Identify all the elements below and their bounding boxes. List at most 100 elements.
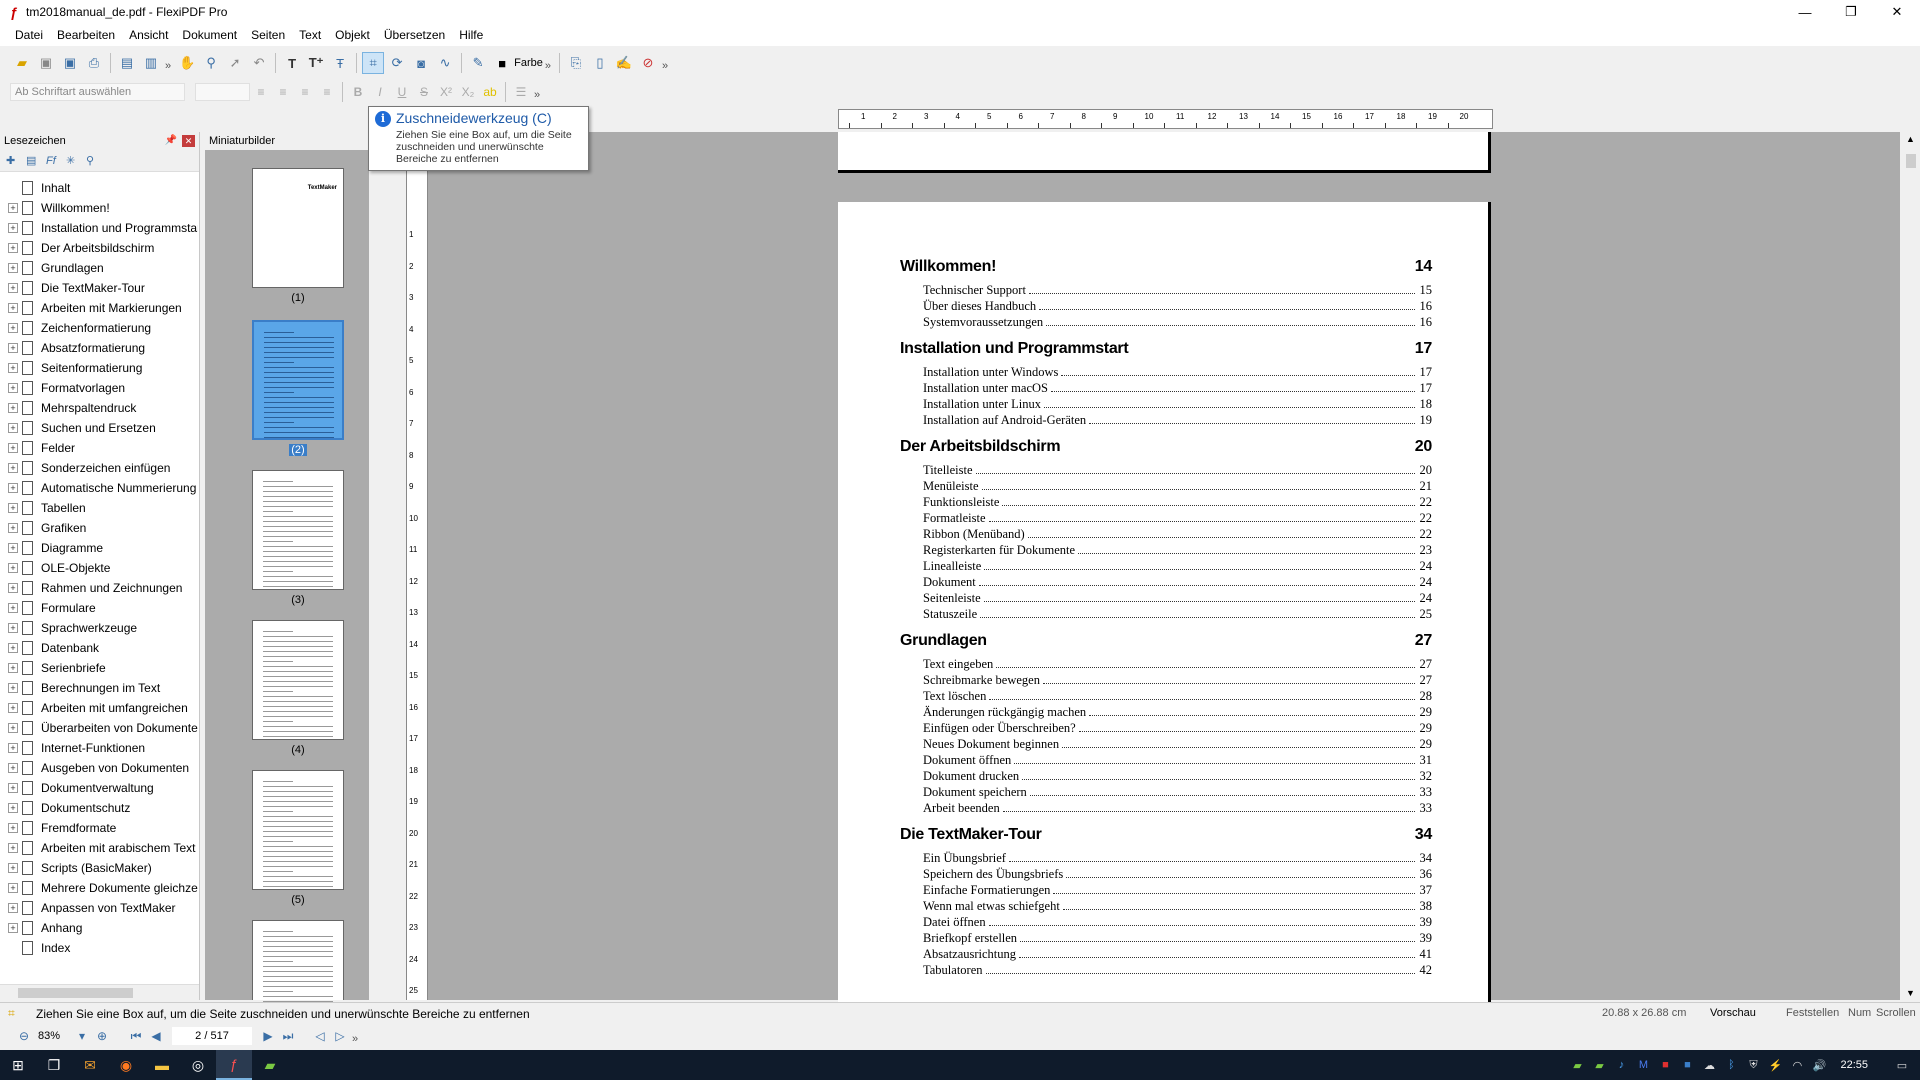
bookmark-item[interactable]: + Formatvorlagen — [8, 378, 198, 398]
bookmark-item[interactable]: + Suchen und Ersetzen — [8, 418, 198, 438]
bookmark-item[interactable]: + Tabellen — [8, 498, 198, 518]
bookmark-item[interactable]: + Serienbriefe — [8, 658, 198, 678]
toc-chapter[interactable]: Der Arbeitsbildschirm 20 — [900, 438, 1432, 456]
expand-icon[interactable]: + — [8, 863, 18, 873]
notifications-icon[interactable]: ▭ — [1884, 1050, 1920, 1080]
toc-entry[interactable]: Seitenleiste 24 — [900, 590, 1432, 606]
open-icon[interactable]: ▰ — [11, 52, 33, 74]
toc-entry[interactable]: Installation auf Android-Geräten 19 — [900, 412, 1432, 428]
mail-app-icon[interactable]: ✉ — [72, 1050, 108, 1080]
volume-icon[interactable]: 🔊 — [1808, 1050, 1830, 1080]
toc-entry[interactable]: Systemvoraussetzungen 16 — [900, 314, 1432, 330]
start-icon[interactable]: ⊞ — [0, 1050, 36, 1080]
bookmark-item[interactable]: + Arbeiten mit umfangreichen — [8, 698, 198, 718]
toc-entry[interactable]: Dokument 24 — [900, 574, 1432, 590]
expand-icon[interactable]: + — [8, 243, 18, 253]
toc-entry[interactable]: Installation unter Linux 18 — [900, 396, 1432, 412]
expand-icon[interactable]: + — [8, 503, 18, 513]
onedrive-icon[interactable]: ☁ — [1698, 1050, 1720, 1080]
add-bookmark-icon[interactable]: ✚ — [6, 154, 26, 167]
bookmark-item[interactable]: + Rahmen und Zeichnungen — [8, 578, 198, 598]
bookmark-item[interactable]: + Felder — [8, 438, 198, 458]
font-size-select[interactable] — [195, 83, 250, 101]
bookmarks-scrollbar[interactable] — [0, 984, 199, 1000]
expand-icon[interactable]: + — [8, 623, 18, 633]
thumbnails-scrollbar[interactable] — [369, 150, 385, 1000]
thumbnail-page-2[interactable] — [252, 320, 344, 440]
zoom-tool-icon[interactable]: ⚲ — [200, 52, 222, 74]
menu-dokument[interactable]: Dokument — [175, 24, 244, 46]
bookmark-item[interactable]: + Grafiken — [8, 518, 198, 538]
bookmark-item[interactable]: + Absatzformatierung — [8, 338, 198, 358]
menu-objekt[interactable]: Objekt — [328, 24, 377, 46]
layout-icon[interactable]: ▥ — [140, 52, 162, 74]
bookmark-item[interactable]: Inhalt — [8, 178, 198, 198]
expand-icon[interactable]: + — [8, 203, 18, 213]
bookmark-item[interactable]: + Anpassen von TextMaker — [8, 898, 198, 918]
maximize-button[interactable]: ❐ — [1828, 0, 1874, 24]
toc-entry[interactable]: Schreibmarke bewegen 27 — [900, 672, 1432, 688]
expand-icon[interactable]: + — [8, 283, 18, 293]
font-bookmark-icon[interactable]: Ff — [46, 155, 66, 167]
document-area[interactable]: Willkommen! 14 Technischer Support 15 Über d… — [428, 132, 1900, 1022]
expand-icon[interactable]: + — [8, 363, 18, 373]
scroll-down-icon[interactable]: ▼ — [1906, 988, 1915, 998]
tray-app-icon[interactable]: M — [1632, 1050, 1654, 1080]
more-chevron-icon[interactable]: » — [662, 60, 668, 72]
toc-entry[interactable]: Text eingeben 27 — [900, 656, 1432, 672]
expand-icon[interactable]: + — [8, 423, 18, 433]
toc-entry[interactable]: Datei öffnen 39 — [900, 914, 1432, 930]
security-icon[interactable]: ⛨ — [1742, 1050, 1764, 1080]
insert-page-icon[interactable]: ⎘ — [565, 52, 587, 74]
expand-icon[interactable]: + — [8, 603, 18, 613]
save-icon[interactable]: ▣ — [35, 52, 57, 74]
thumbnail-page-6[interactable] — [252, 920, 344, 1037]
toc-entry[interactable]: Tabulatoren 42 — [900, 962, 1432, 978]
firefox-icon[interactable]: ◉ — [108, 1050, 144, 1080]
toc-entry[interactable]: Dokument öffnen 31 — [900, 752, 1432, 768]
bookmark-item[interactable]: + Automatische Nummerierung — [8, 478, 198, 498]
expand-icon[interactable]: + — [8, 303, 18, 313]
bookmark-item[interactable]: + Arbeiten mit Markierungen — [8, 298, 198, 318]
toc-entry[interactable]: Absatzausrichtung 41 — [900, 946, 1432, 962]
more-chevron-icon[interactable]: » — [545, 60, 551, 72]
tray-app-icon[interactable]: ▰ — [1588, 1050, 1610, 1080]
bookmark-item[interactable]: + Scripts (BasicMaker) — [8, 858, 198, 878]
expand-icon[interactable]: + — [8, 403, 18, 413]
bookmark-item[interactable]: + Sonderzeichen einfügen — [8, 458, 198, 478]
toc-entry[interactable]: Titelleiste 20 — [900, 462, 1432, 478]
bookmark-item[interactable]: + Installation und Programmstart — [8, 218, 198, 238]
toc-entry[interactable]: Einfache Formatierungen 37 — [900, 882, 1432, 898]
textmaker-taskbar-icon[interactable]: ▰ — [252, 1050, 288, 1080]
bookmark-item[interactable]: + Ausgeben von Dokumenten — [8, 758, 198, 778]
print-icon[interactable]: ⎙ — [83, 52, 105, 74]
snapshot-icon[interactable]: ◙ — [410, 52, 432, 74]
expand-icon[interactable]: + — [8, 583, 18, 593]
bookmark-item[interactable]: + Internet-Funktionen — [8, 738, 198, 758]
align-left-icon[interactable]: ≡ — [250, 82, 272, 102]
scroll-thumb[interactable] — [1906, 154, 1916, 168]
align-justify-icon[interactable]: ≡ — [316, 82, 338, 102]
underline-icon[interactable]: U — [391, 82, 413, 102]
file-explorer-icon[interactable]: ▬ — [144, 1050, 180, 1080]
expand-icon[interactable]: + — [8, 783, 18, 793]
toc-entry[interactable]: Funktionsleiste 22 — [900, 494, 1432, 510]
toc-entry[interactable]: Neues Dokument beginnen 29 — [900, 736, 1432, 752]
last-page-icon[interactable]: ⏭ — [278, 1029, 298, 1044]
toc-entry[interactable]: Formatleiste 22 — [900, 510, 1432, 526]
expand-icon[interactable]: + — [8, 883, 18, 893]
back-icon[interactable]: ◁ — [310, 1029, 330, 1043]
expand-icon[interactable]: + — [8, 703, 18, 713]
select-tool-icon[interactable]: ➚ — [224, 52, 246, 74]
save-as-icon[interactable]: ▣ — [59, 52, 81, 74]
page-number-field[interactable]: 2 / 517 — [172, 1027, 252, 1045]
expand-icon[interactable]: + — [8, 263, 18, 273]
expand-icon[interactable]: + — [8, 723, 18, 733]
bookmark-item[interactable]: + Dokumentverwaltung — [8, 778, 198, 798]
page-view-icon[interactable]: ▤ — [116, 52, 138, 74]
bookmark-item[interactable]: + Dokumentschutz — [8, 798, 198, 818]
toc-entry[interactable]: Wenn mal etwas schiefgeht 38 — [900, 898, 1432, 914]
bookmark-list-icon[interactable]: ▤ — [26, 154, 46, 167]
text-tool-icon[interactable]: T — [281, 52, 303, 74]
bookmark-item[interactable]: + Fremdformate — [8, 818, 198, 838]
